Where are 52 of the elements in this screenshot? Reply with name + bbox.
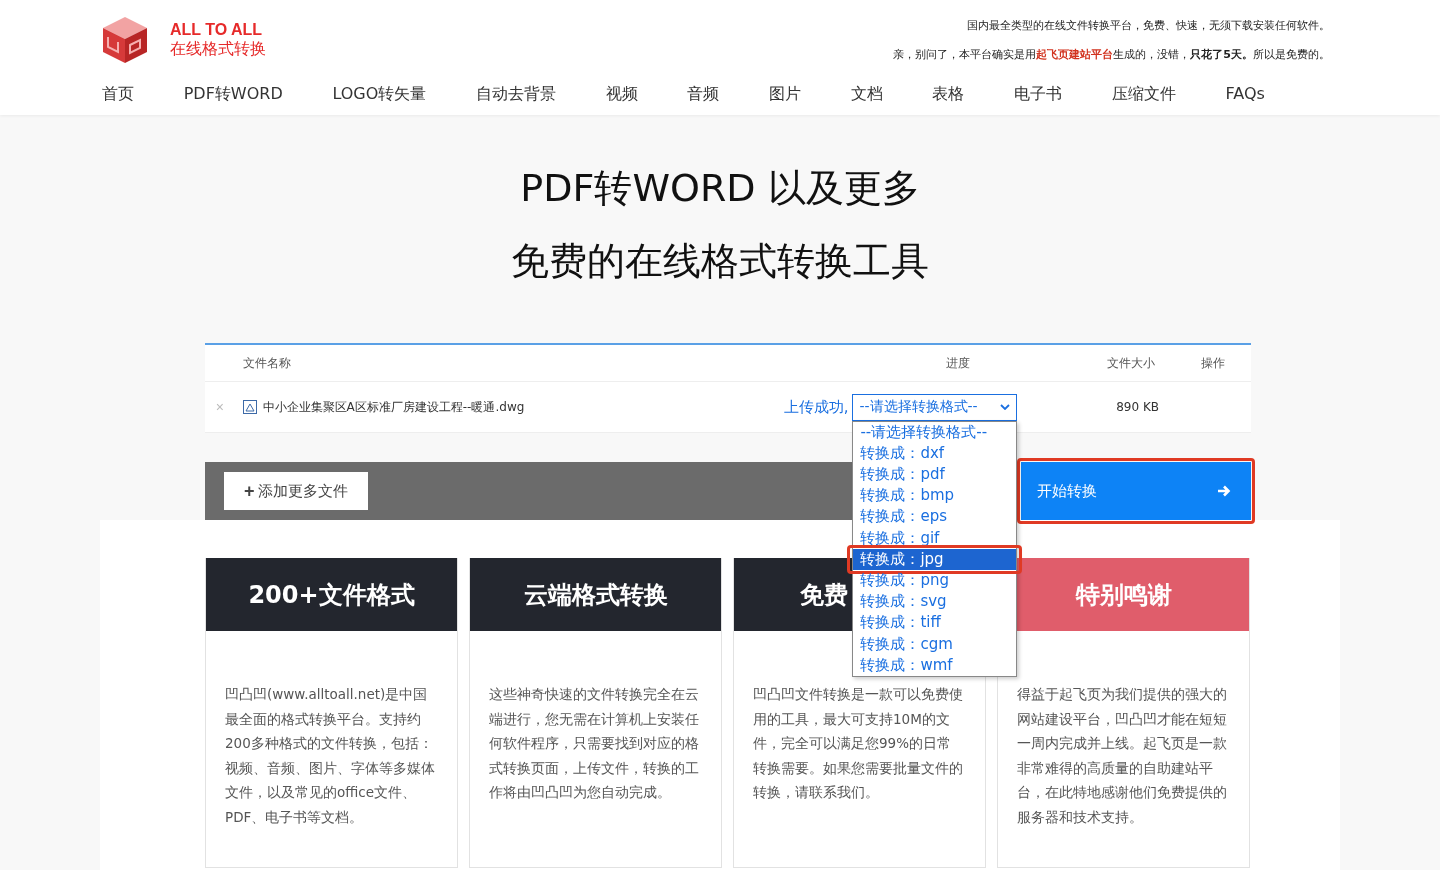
nav-link[interactable]: PDF转WORD [183,84,283,105]
dropdown-option[interactable]: 转换成：pdf [853,463,1017,486]
card-title: 200+文件格式 [248,579,415,611]
nav-link[interactable]: 电子书 [1014,84,1063,105]
card-title: 云端格式转换 [523,579,668,611]
tagline: 亲，别问了，本平台确实是用起飞页建站平台生成的，没错，只花了5天。所以是免费的。 [893,47,1330,62]
tagline: 国内最全类型的在线文件转换平台，免费、快速，无须下载安装任何软件。 [967,18,1330,33]
card-title: 免费 [800,579,848,611]
nav-link[interactable]: 首页 [102,84,134,105]
site-builder-link[interactable]: 起飞页建站平台 [1036,48,1114,61]
logo-title: ALL TO ALL [170,20,264,39]
dropdown-option[interactable]: 转换成：eps [853,506,1017,528]
upload-status: 上传成功, [783,397,849,417]
nav-link[interactable]: 文档 [850,84,883,105]
dropdown-option[interactable]: 转换成：cgm [853,633,1017,655]
dropdown-option[interactable]: 转换成：gif [853,527,1017,549]
dropdown-option[interactable]: 转换成：tiff [853,612,1017,634]
file-icon [242,400,257,414]
column-header: 文件大小 [1106,354,1157,372]
file-size: 890 KB [1115,400,1161,414]
dropdown-option[interactable]: 转换成：bmp [853,485,1017,507]
arrow-right-icon [1217,484,1231,498]
nav-link[interactable]: FAQs [1225,84,1265,105]
column-header: 文件名称 [242,354,292,372]
dropdown-option[interactable]: 转换成：svg [853,591,1017,613]
file-name: 中小企业集聚区A区标准厂房建设工程--暖通.dwg [262,398,525,416]
card-text: 得益于起飞页为我们提供的强大的网站建设平台，凹凸凹才能在短短一周内完成并上线。起飞页是一款非常难得的高质量的自助建站平台，在此特地感谢他们免费提供的服务器和技术支持。 [1016,685,1228,827]
start-convert-button[interactable]: 开始转换 [1021,462,1251,520]
dropdown-option[interactable]: 转换成：wmf [853,654,1017,676]
add-files-button[interactable]: + 添加更多文件 [224,472,368,510]
card-text: 这些神奇快速的文件转换完全在云端进行，您无需在计算机上安装任何软件程序，只需要找到对应的格式转换页面，上传文件，转换的工作将由凹凸凹为您自动完成。 [488,685,700,802]
nav-link[interactable]: LOGO转矢量 [332,84,427,105]
nav-link[interactable]: 视频 [605,84,638,105]
logo-subtitle: 在线格式转换 [170,38,266,60]
column-header: 进度 [944,354,971,372]
dropdown-option[interactable]: 转换成：png [853,569,1017,592]
dropdown-option[interactable]: 转换成：dxf [853,442,1017,464]
format-select[interactable]: --请选择转换格式-- [852,393,1018,421]
nav-link[interactable]: 图片 [769,84,802,105]
chevron-icon [1000,404,1011,410]
cube-logo-icon [100,15,150,65]
nav-link[interactable]: 音频 [687,84,720,105]
hero-subtitle: 免费的在线格式转换工具 [510,238,930,285]
column-header: 操作 [1199,354,1226,372]
card-text: 凹凸凹文件转换是一款可以免费使用的工具，最大可支持10M的文件，完全可以满足您99%的日常转换需要。如果您需要批量文件的转换，请联系我们。 [752,685,964,802]
hero-title: PDF转WORD 以及更多 [519,165,921,212]
nav-link[interactable]: 表格 [932,84,965,105]
card-title: 特别鸣谢 [1075,579,1172,611]
nav-link[interactable]: 压缩文件 [1111,84,1176,105]
dropdown-option[interactable]: --请选择转换格式-- [853,421,1017,443]
card-text: 凹凸凹(www.alltoall.net)是中国最全面的格式转换平台。支持约200多种格式的文件转换，包括：视频、音频、图片、字体等多媒体文件，以及常见的office文件、PDF、电子书等文档。 [224,685,436,827]
nav-link[interactable]: 自动去背景 [476,84,557,105]
